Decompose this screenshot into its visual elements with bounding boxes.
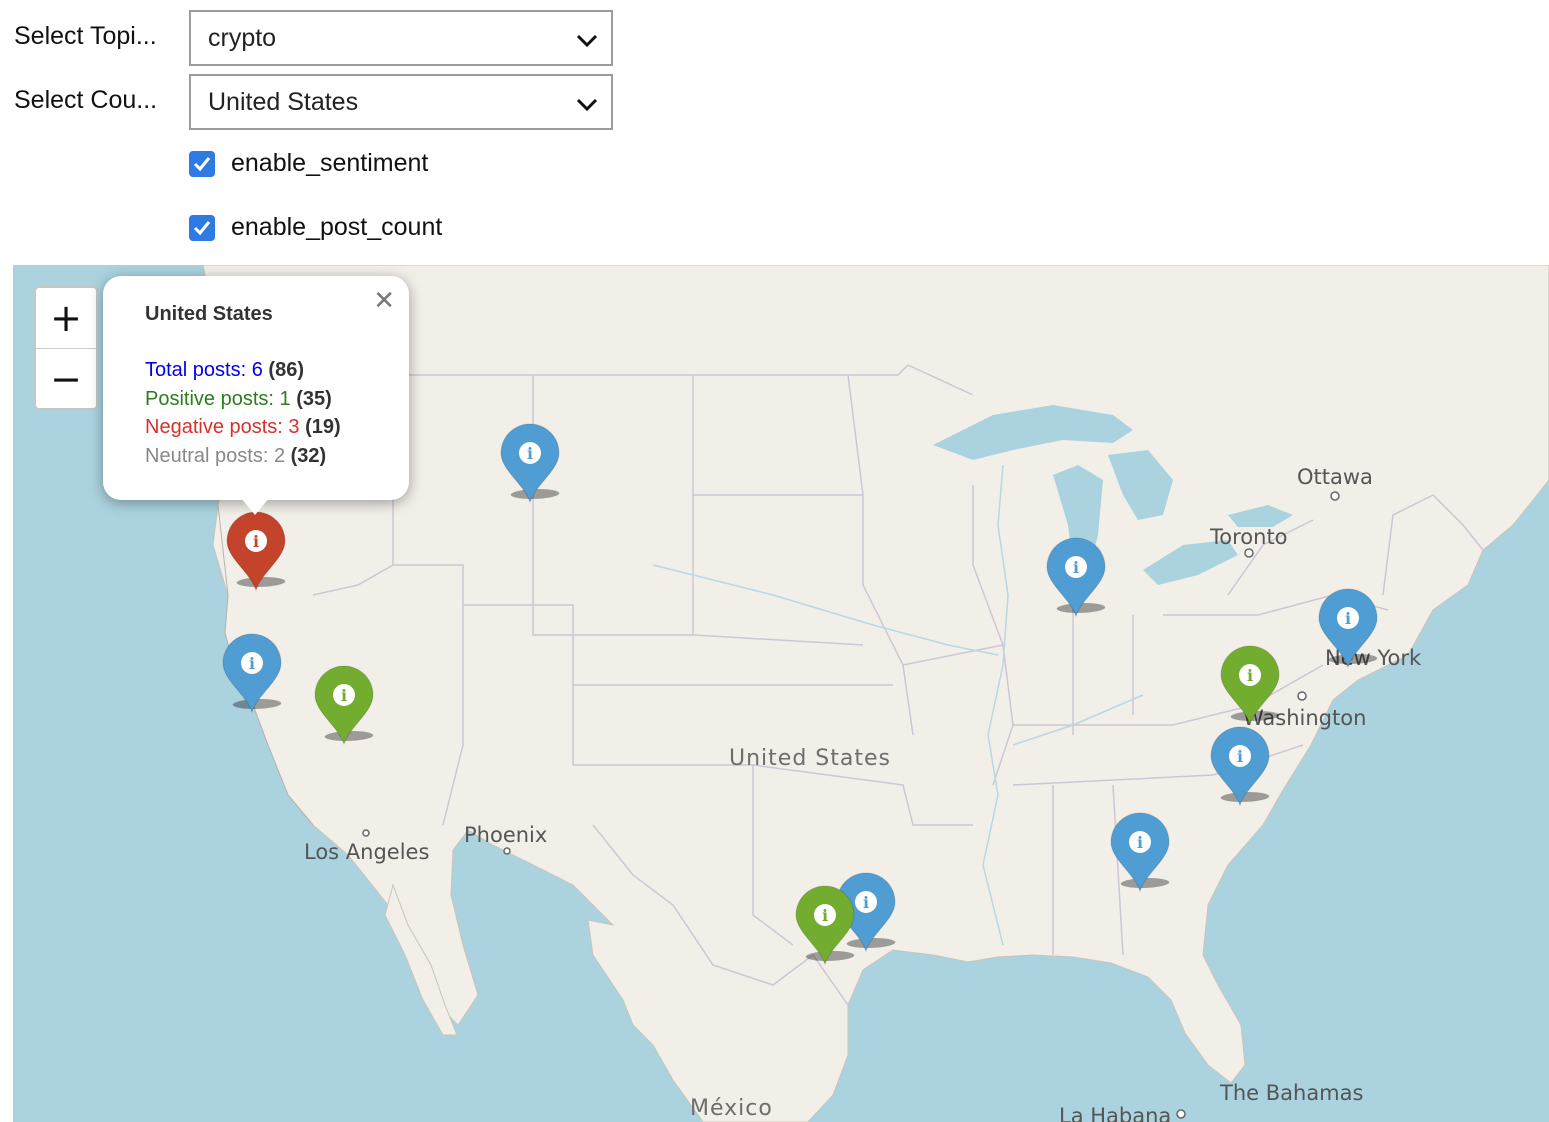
svg-text:i: i bbox=[1237, 747, 1243, 766]
info-icon: i bbox=[245, 530, 267, 552]
info-icon: i bbox=[1129, 831, 1151, 853]
popup-total-posts: Total posts: 6 (86) bbox=[145, 356, 389, 385]
popup-title: United States bbox=[145, 303, 273, 325]
label-toronto: Toronto bbox=[1209, 525, 1288, 549]
sentiment-checkbox-row[interactable]: enable_sentiment bbox=[189, 149, 428, 178]
svg-text:i: i bbox=[863, 893, 869, 912]
svg-text:i: i bbox=[341, 686, 347, 705]
country-select[interactable]: United States bbox=[189, 74, 613, 130]
map[interactable]: Ottawa Toronto New York Washington Unite… bbox=[13, 265, 1549, 1122]
info-icon: i bbox=[1337, 607, 1359, 629]
marker-chicago[interactable]: i bbox=[1046, 537, 1106, 618]
marker-new-york[interactable]: i bbox=[1318, 588, 1378, 669]
svg-text:i: i bbox=[253, 532, 259, 551]
info-icon: i bbox=[519, 442, 541, 464]
topic-label: Select Topi... bbox=[14, 22, 157, 50]
positive-posts-label: Positive posts: 1 bbox=[145, 387, 291, 410]
negative-posts-label: Negative posts: 3 bbox=[145, 416, 300, 438]
label-los-angeles: Los Angeles bbox=[304, 840, 429, 864]
chevron-down-icon bbox=[576, 34, 598, 48]
svg-text:i: i bbox=[1345, 609, 1351, 628]
post-count-checkbox-label: enable_post_count bbox=[231, 213, 443, 241]
country-label: Select Cou... bbox=[14, 86, 158, 114]
info-icon: i bbox=[1239, 664, 1261, 686]
neutral-posts-label: Neutral posts: 2 bbox=[145, 444, 286, 467]
label-mexico: México bbox=[690, 1096, 773, 1121]
popup-tip bbox=[241, 498, 269, 515]
checkmark-icon bbox=[193, 220, 211, 235]
marker-nevada[interactable]: i bbox=[314, 665, 374, 746]
marker-north-carolina[interactable]: i bbox=[1210, 726, 1270, 807]
label-united-states: United States bbox=[729, 746, 891, 771]
total-posts-count: (86) bbox=[268, 359, 304, 381]
svg-text:i: i bbox=[1073, 558, 1079, 577]
info-icon: i bbox=[855, 891, 877, 913]
svg-text:i: i bbox=[1137, 833, 1143, 852]
svg-text:i: i bbox=[249, 654, 255, 673]
chevron-down-icon bbox=[576, 98, 598, 112]
popup-negative-posts: Negative posts: 3 (19) bbox=[145, 413, 389, 442]
topic-select-value: crypto bbox=[208, 23, 277, 52]
svg-text:i: i bbox=[822, 906, 828, 925]
marker-virginia[interactable]: i bbox=[1220, 645, 1280, 726]
country-select-value: United States bbox=[208, 87, 359, 116]
negative-posts-count: (19) bbox=[305, 416, 341, 438]
sentiment-checkbox-label: enable_sentiment bbox=[231, 149, 429, 177]
post-count-checkbox[interactable] bbox=[189, 214, 215, 241]
popup-positive-posts: Positive posts: 1 (35) bbox=[145, 385, 389, 414]
info-icon: i bbox=[814, 904, 836, 926]
marker-texas[interactable]: i bbox=[795, 885, 855, 966]
label-ottawa: Ottawa bbox=[1297, 465, 1373, 489]
marker-oregon[interactable]: i bbox=[226, 511, 286, 592]
info-icon: i bbox=[1229, 745, 1251, 767]
topic-select[interactable]: crypto bbox=[189, 10, 613, 66]
zoom-control: + − bbox=[34, 286, 98, 410]
marker-montana[interactable]: i bbox=[500, 423, 560, 504]
post-count-checkbox-row[interactable]: enable_post_count bbox=[189, 213, 442, 242]
info-popup: ✕ United States Total posts: 6 (86) Posi… bbox=[103, 276, 409, 515]
popup-neutral-posts: Neutral posts: 2 (32) bbox=[145, 442, 389, 471]
label-la-habana: La Habana bbox=[1059, 1104, 1171, 1122]
positive-posts-count: (35) bbox=[296, 387, 332, 410]
sentiment-checkbox[interactable] bbox=[189, 150, 215, 177]
total-posts-label: Total posts: 6 bbox=[145, 359, 263, 381]
zoom-out-button[interactable]: − bbox=[36, 348, 96, 408]
label-the-bahamas: The Bahamas bbox=[1219, 1081, 1363, 1105]
info-icon: i bbox=[333, 684, 355, 706]
zoom-in-button[interactable]: + bbox=[36, 288, 96, 348]
close-icon[interactable]: ✕ bbox=[373, 286, 395, 316]
marker-atlanta[interactable]: i bbox=[1110, 812, 1170, 893]
info-icon: i bbox=[241, 652, 263, 674]
label-phoenix: Phoenix bbox=[464, 823, 547, 847]
svg-text:i: i bbox=[1247, 666, 1253, 685]
marker-san-francisco[interactable]: i bbox=[222, 633, 282, 714]
info-icon: i bbox=[1065, 556, 1087, 578]
checkmark-icon bbox=[193, 156, 211, 171]
neutral-posts-count: (32) bbox=[290, 444, 327, 467]
svg-text:i: i bbox=[527, 444, 533, 463]
